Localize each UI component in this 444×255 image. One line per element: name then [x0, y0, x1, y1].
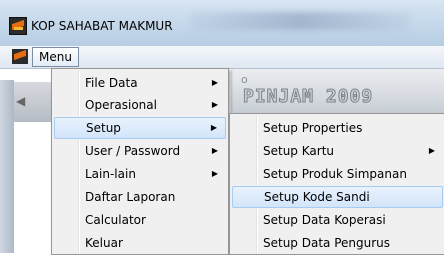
menubar-app-icon[interactable]: [12, 49, 28, 64]
menu-item-label: Operasional: [85, 98, 157, 112]
banner-small-text: o: [241, 73, 248, 86]
menu-button[interactable]: Menu: [32, 47, 79, 67]
submenu-arrow-icon: ▶: [428, 146, 435, 155]
menu-item-calculator[interactable]: Calculator: [54, 209, 226, 231]
window-title: KOP SAHABAT MAKMUR: [31, 19, 173, 33]
menu-item-label: Daftar Laporan: [85, 190, 176, 204]
submenu-item-label: Setup Produk Simpanan: [263, 167, 407, 181]
submenu-item-setup-kartu[interactable]: Setup Kartu ▶: [232, 140, 443, 162]
submenu-item-setup-properties[interactable]: Setup Properties: [232, 117, 443, 139]
menu-item-user-password[interactable]: User / Password ▶: [54, 140, 226, 162]
app-icon[interactable]: [9, 17, 27, 35]
submenu-item-label: Setup Kode Sandi: [264, 190, 370, 204]
menu-item-lain-lain[interactable]: Lain-lain ▶: [54, 163, 226, 185]
submenu-arrow-icon: ▶: [211, 100, 218, 109]
menu-item-file-data[interactable]: File Data ▶: [54, 72, 226, 94]
banner-title: PINJAM 2009: [242, 86, 374, 108]
menu-bar: Menu: [0, 46, 444, 69]
main-menu: File Data ▶ Operasional ▶ Setup ▶ User /…: [51, 68, 229, 255]
submenu-arrow-icon: ▶: [211, 78, 218, 87]
setup-submenu: Setup Properties Setup Kartu ▶ Setup Pro…: [229, 113, 444, 255]
menu-item-operasional[interactable]: Operasional ▶: [54, 94, 226, 116]
submenu-item-setup-data-pengurus[interactable]: Setup Data Pengurus: [232, 232, 443, 254]
menu-item-label: User / Password: [85, 144, 181, 158]
submenu-arrow-icon: ▶: [211, 146, 218, 155]
submenu-item-label: Setup Kartu: [263, 144, 334, 158]
menu-item-label: Keluar: [85, 236, 123, 250]
menu-item-label: Calculator: [85, 213, 146, 227]
submenu-item-setup-data-koperasi[interactable]: Setup Data Koperasi: [232, 209, 443, 231]
menu-item-label: File Data: [85, 76, 138, 90]
menu-item-label: Setup: [86, 121, 121, 135]
menu-item-label: Lain-lain: [85, 167, 136, 181]
menu-item-keluar[interactable]: Keluar: [54, 232, 226, 254]
submenu-item-setup-kode-sandi[interactable]: Setup Kode Sandi: [232, 186, 443, 208]
menu-item-setup[interactable]: Setup ▶: [54, 117, 226, 139]
submenu-item-label: Setup Data Koperasi: [263, 213, 386, 227]
menu-item-daftar-laporan[interactable]: Daftar Laporan: [54, 186, 226, 208]
left-strip: [0, 80, 14, 253]
title-bar: KOP SAHABAT MAKMUR: [0, 0, 444, 47]
submenu-arrow-icon: ▶: [210, 123, 217, 132]
submenu-item-label: Setup Properties: [263, 121, 363, 135]
submenu-arrow-icon: ▶: [211, 169, 218, 178]
title-bar-blur: [190, 12, 410, 30]
background-arrow-icon: ◀: [16, 94, 26, 108]
submenu-item-label: Setup Data Pengurus: [263, 236, 391, 250]
submenu-item-setup-produk-simpanan[interactable]: Setup Produk Simpanan: [232, 163, 443, 185]
